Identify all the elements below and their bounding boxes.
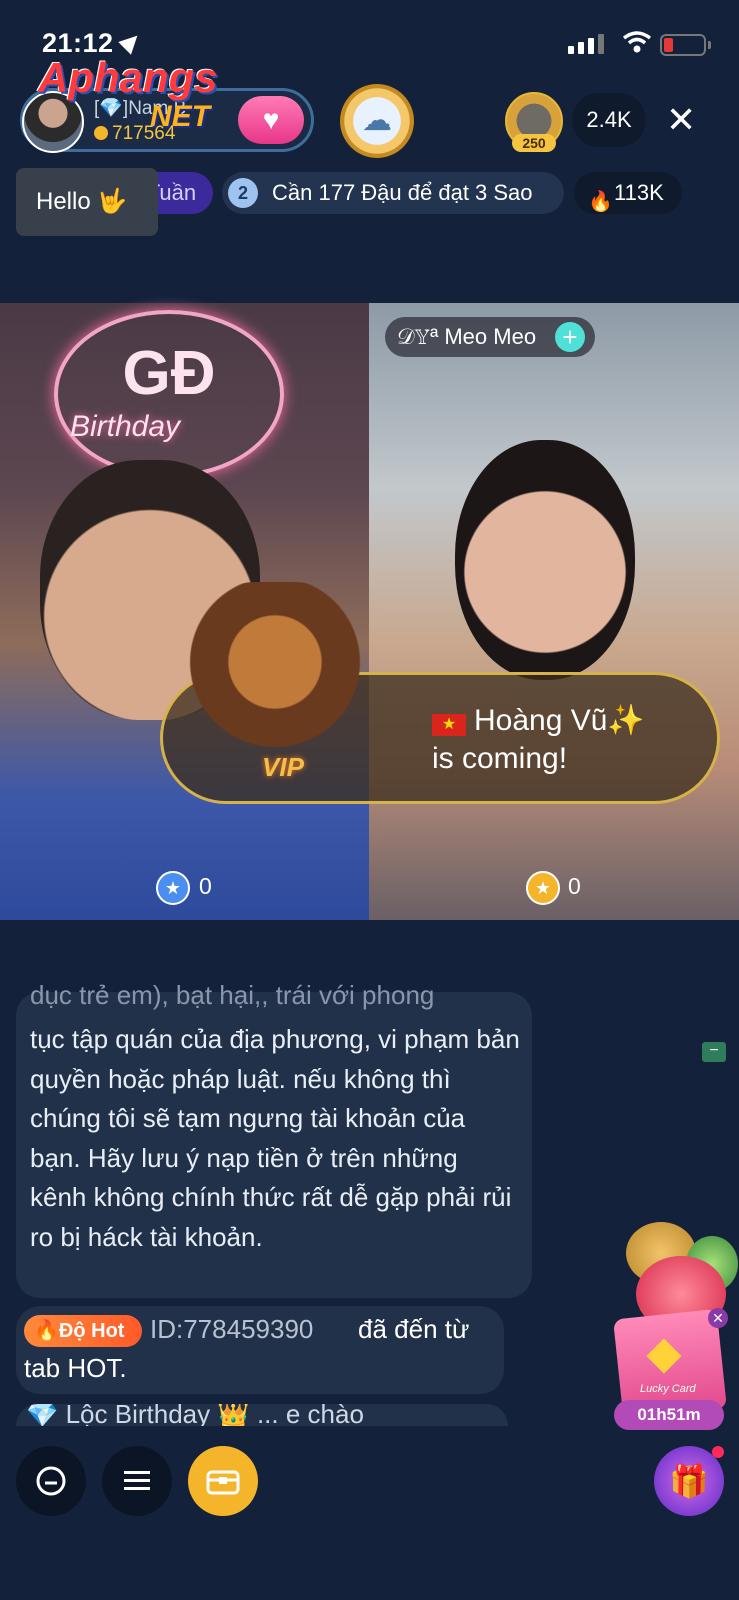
battery-tip bbox=[708, 41, 711, 49]
chat-icon bbox=[36, 1466, 66, 1496]
task-level-badge: 2 bbox=[228, 178, 258, 208]
star-icon: ★ bbox=[156, 871, 190, 905]
treasure-chest-icon bbox=[206, 1470, 240, 1495]
room-badge-icon[interactable]: ☁ bbox=[340, 84, 414, 158]
guest-star-score: 0 bbox=[568, 873, 581, 899]
watermark-logo: Aphangs bbox=[38, 54, 218, 101]
battery-level bbox=[664, 38, 673, 52]
lucky-card-label: Lucky Card bbox=[640, 1383, 696, 1395]
fire-icon: 🔥 bbox=[588, 191, 613, 213]
popularity-value: 113K bbox=[614, 180, 664, 205]
viewer-count[interactable]: 2.4K bbox=[572, 93, 646, 147]
location-arrow-icon bbox=[118, 29, 144, 55]
vietnam-flag-icon: ★ bbox=[432, 714, 466, 736]
chat-user-id[interactable]: ID:778459390 bbox=[150, 1314, 313, 1345]
notification-dot bbox=[712, 1446, 724, 1458]
hello-tooltip[interactable]: Hello 🤟 bbox=[16, 168, 158, 236]
signal-bar-4 bbox=[598, 34, 604, 54]
system-notice-text: tục tập quán của địa phương, vi phạm bản… bbox=[30, 1024, 520, 1252]
lucky-card-timer: 01h51m bbox=[614, 1400, 724, 1430]
entry-user: Hoàng Vũ✨ bbox=[474, 704, 645, 737]
chat-partial-next: 💎 Lộc Birthday 👑 ... e chào bbox=[26, 1404, 364, 1426]
neon-sign-sub: Birthday bbox=[70, 410, 181, 443]
wifi-icon bbox=[622, 31, 652, 53]
star-icon: ★ bbox=[526, 871, 560, 905]
chat-message-text: đã đến từ bbox=[358, 1314, 470, 1344]
signal-bar-3 bbox=[588, 38, 594, 54]
hot-badge: 🔥Độ Hot bbox=[24, 1315, 142, 1347]
chat-partial-bubble: 💎 Lộc Birthday 👑 ... e chào bbox=[16, 1404, 508, 1426]
star-task-pill[interactable]: Cần 177 Đậu để đạt 3 Sao bbox=[222, 172, 564, 214]
close-icon[interactable]: ✕ bbox=[666, 100, 696, 140]
chat-button[interactable] bbox=[16, 1446, 86, 1516]
coin-icon bbox=[94, 126, 108, 140]
host-star-score: 0 bbox=[199, 873, 212, 899]
guest-face bbox=[455, 440, 635, 680]
top-viewer-level: 250 bbox=[512, 134, 556, 152]
vip-label: VIP bbox=[262, 752, 304, 782]
neon-sign: GĐ bbox=[54, 310, 284, 478]
menu-button[interactable] bbox=[102, 1446, 172, 1516]
watermark-logo-net: NET bbox=[150, 100, 210, 133]
treasure-box-button[interactable] bbox=[188, 1446, 258, 1516]
menu-icon bbox=[124, 1471, 150, 1490]
chat-partial-line: dục trẻ em), bạt hại,, trái với phong bbox=[30, 980, 435, 1010]
diamond-icon: ◆ bbox=[646, 1326, 682, 1378]
popularity-pill[interactable]: 🔥 113K bbox=[574, 172, 682, 214]
entry-message: is coming! bbox=[432, 742, 568, 775]
signal-icon bbox=[568, 46, 574, 54]
chat-message-text-2: tab HOT. bbox=[24, 1353, 127, 1383]
minimize-icon[interactable]: − bbox=[702, 1042, 726, 1062]
follow-plus-icon[interactable]: + bbox=[555, 322, 585, 352]
close-icon[interactable]: ✕ bbox=[708, 1308, 728, 1328]
signal-bar-2 bbox=[578, 42, 584, 54]
entry-banner-text: ★ Hoàng Vũ✨ is coming! bbox=[432, 702, 645, 778]
follow-heart-button[interactable]: ♥ bbox=[238, 96, 304, 144]
